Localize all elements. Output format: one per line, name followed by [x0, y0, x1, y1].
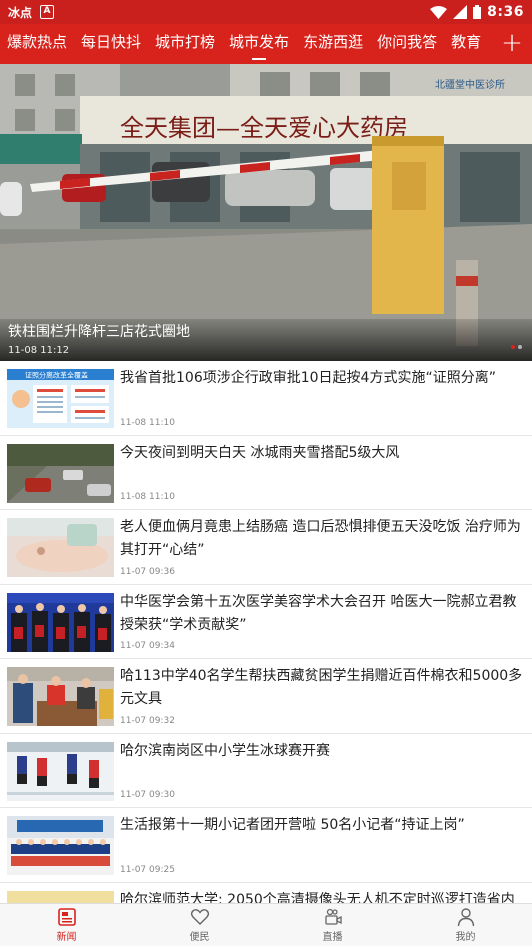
hockey-thumbnail: [7, 741, 114, 801]
news-icon: [57, 908, 76, 926]
storefront-sign-right: 北疆堂中医诊所: [435, 78, 505, 91]
news-title: 老人便血俩月竟患上结肠癌 造口后恐惧排便五天没吃饭 治疗师为其打开“心结”: [120, 519, 521, 558]
channel-tabs: 爆款热点 每日快抖 城市打榜 城市发布 东游西逛 你问我答 教育: [0, 24, 492, 64]
tab-travel[interactable]: 东游西逛: [296, 24, 370, 64]
channel-tabbar: 爆款热点 每日快抖 城市打榜 城市发布 东游西逛 你问我答 教育 +: [0, 24, 532, 64]
hero-caption: 铁柱围栏升降杆三店花式圈地 11-08 11:12: [0, 319, 532, 361]
video-camera-icon: [324, 908, 342, 925]
wifi-icon: [430, 5, 448, 19]
nav-news[interactable]: 新闻: [0, 904, 133, 946]
status-bar: 冰点 A 8:36: [0, 0, 532, 24]
news-thumbnail: [7, 667, 114, 726]
camp-thumbnail: [7, 816, 114, 875]
nav-label: 我的: [455, 932, 476, 943]
news-title: 我省首批106项涉企行政审批10日起按4方式实施“证照分离”: [120, 370, 496, 386]
news-item[interactable]: 哈尔滨南岗区中小学生冰球赛开赛 11-07 09:30: [0, 734, 532, 808]
donation-thumbnail: [7, 667, 114, 726]
nav-label: 直播: [322, 932, 343, 943]
news-date: 11-08 11:10: [120, 492, 175, 502]
news-title: 中华医学会第十五次医学美容学术大会召开 哈医大一院郝立君教授荣获“学术贡献奖”: [120, 593, 517, 633]
news-item[interactable]: 中华医学会第十五次医学美容学术大会召开 哈医大一院郝立君教授荣获“学术贡献奖” …: [0, 585, 532, 659]
news-title: 生活报第十一期小记者团开营啦 50名小记者“持证上岗”: [120, 817, 465, 833]
news-item[interactable]: 今天夜间到明天白天 冰城雨夹雪搭配5级大风 11-08 11:10: [0, 436, 532, 510]
hero-image: 全天集团—全天爱心大药房 北疆堂中医诊所: [0, 64, 532, 361]
tab-hot[interactable]: 爆款热点: [0, 24, 74, 64]
signal-icon: [453, 5, 468, 19]
infographic-thumbnail: 证照分离改革全覆盖: [7, 369, 114, 428]
carousel-dot: [511, 345, 515, 349]
carousel-indicator: [511, 345, 522, 349]
nav-label: 便民: [189, 932, 210, 943]
news-thumbnail: [7, 443, 114, 503]
news-thumbnail: 证照分离改革全覆盖: [7, 369, 114, 428]
heart-icon: [190, 909, 209, 925]
tab-city-ranking[interactable]: 城市打榜: [148, 24, 222, 64]
clock: 8:36: [487, 4, 524, 20]
news-item[interactable]: 证照分离改革全覆盖 我省首批106项涉企行政审批10日起按4方式实施“证照分离”…: [0, 361, 532, 436]
medical-thumbnail: [7, 518, 114, 577]
news-item[interactable]: 生活报第十一期小记者团开营啦 50名小记者“持证上岗” 11-07 09:25: [0, 808, 532, 883]
news-date: 11-07 09:34: [120, 641, 175, 651]
news-title: 今天夜间到明天白天 冰城雨夹雪搭配5级大风: [120, 444, 400, 461]
carousel-dot: [518, 345, 522, 349]
tab-qa[interactable]: 你问我答: [370, 24, 444, 64]
user-icon: [457, 908, 474, 927]
news-thumbnail: [7, 741, 114, 801]
news-date: 11-07 09:25: [120, 864, 175, 875]
news-date: 11-07 09:30: [120, 790, 175, 800]
news-date: 11-07 09:32: [120, 715, 175, 726]
news-title: 哈113中学40名学生帮扶西藏贫困学生捐赠近百件棉衣和5000多元文具: [120, 668, 523, 707]
news-thumbnail: [7, 518, 114, 577]
nav-live[interactable]: 直播: [266, 904, 399, 946]
tab-city-release[interactable]: 城市发布: [222, 24, 296, 64]
thumb-headline: 证照分离改革全覆盖: [25, 371, 88, 380]
hero-banner[interactable]: 全天集团—全天爱心大药房 北疆堂中医诊所 铁柱围栏升降杆三店花式圈地 11-08…: [0, 64, 532, 361]
bottom-navigation: 新闻 便民 直播 我的: [0, 903, 532, 946]
news-thumbnail: [7, 816, 114, 875]
nav-me[interactable]: 我的: [399, 904, 532, 946]
storefront-sign: 全天集团—全天爱心大药房: [120, 114, 408, 142]
add-channel-button[interactable]: +: [492, 24, 532, 64]
tab-education[interactable]: 教育: [444, 24, 488, 64]
hero-date: 11-08 11:12: [8, 345, 70, 356]
news-item[interactable]: 老人便血俩月竟患上结肠癌 造口后恐惧排便五天没吃饭 治疗师为其打开“心结” 11…: [0, 510, 532, 585]
award-thumbnail: [7, 592, 114, 652]
nav-label: 新闻: [56, 932, 77, 943]
nav-services[interactable]: 便民: [133, 904, 266, 946]
news-item[interactable]: 哈113中学40名学生帮扶西藏贫困学生捐赠近百件棉衣和5000多元文具 11-0…: [0, 659, 532, 734]
news-title: 哈尔滨南岗区中小学生冰球赛开赛: [120, 742, 330, 759]
news-list: 证照分离改革全覆盖 我省首批106项涉企行政审批10日起按4方式实施“证照分离”…: [0, 361, 532, 946]
news-thumbnail: [7, 592, 114, 652]
app-notification-icon: 冰点: [8, 5, 33, 20]
tab-daily-douyin[interactable]: 每日快抖: [74, 24, 148, 64]
news-date: 11-07 09:36: [120, 566, 175, 577]
hero-title: 铁柱围栏升降杆三店花式圈地: [8, 324, 190, 340]
battery-icon: [473, 5, 482, 19]
news-date: 11-08 11:10: [120, 417, 175, 428]
street-thumbnail: [7, 443, 114, 503]
a-notification-icon: A: [40, 5, 55, 19]
